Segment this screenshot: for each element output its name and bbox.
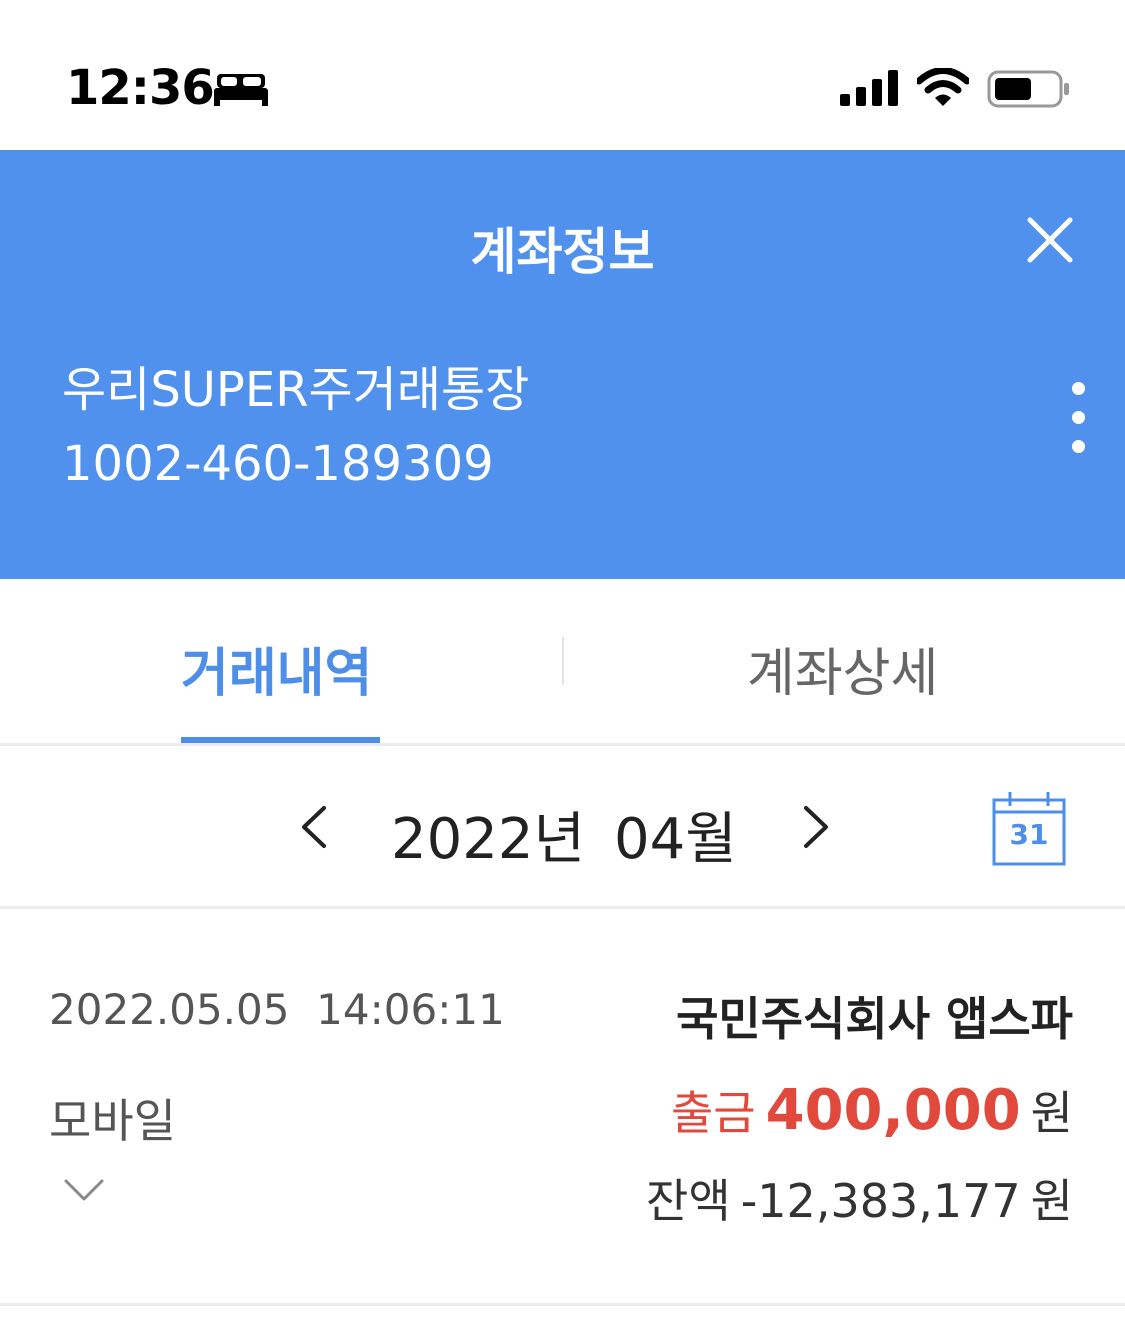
- balance-value: -12,383,177: [740, 1174, 1021, 1228]
- year-label: 2022년: [391, 807, 586, 872]
- tab-bar: 거래내역 계좌상세: [0, 579, 1125, 745]
- transaction-channel: 모바일: [49, 1094, 176, 1148]
- transaction-datetime: 2022.05.05 14:06:11: [49, 985, 505, 1034]
- calendar-day: 31: [1009, 818, 1049, 851]
- transaction-item[interactable]: 2022.05.05 14:06:11 국민주식회사 앱스파 모바일 출금 400…: [0, 909, 1125, 1303]
- more-options-icon[interactable]: [1062, 382, 1094, 458]
- calendar-icon[interactable]: 31: [992, 790, 1066, 866]
- tab-divider: [562, 637, 564, 685]
- close-icon[interactable]: [1020, 210, 1080, 270]
- wifi-icon: [917, 68, 969, 106]
- balance-currency: 원: [1030, 1174, 1073, 1228]
- transaction-amount: 400,000: [765, 1078, 1021, 1143]
- clock: 12:36: [66, 60, 215, 116]
- transaction-currency: 원: [1030, 1086, 1073, 1140]
- battery-icon: [987, 70, 1069, 108]
- chevron-right-icon[interactable]: [796, 802, 836, 852]
- transaction-counterparty: 국민주식회사 앱스파: [676, 992, 1073, 1046]
- balance-label: 잔액: [646, 1174, 731, 1228]
- chevron-left-icon[interactable]: [294, 802, 334, 852]
- account-header: 계좌정보 우리SUPER주거래통장 1002-460-189309: [0, 150, 1125, 579]
- account-number: 1002-460-189309: [62, 436, 494, 492]
- status-bar: 12:36: [0, 0, 1125, 150]
- account-name: 우리SUPER주거래통장: [62, 362, 530, 418]
- transaction-type: 출금: [670, 1086, 756, 1140]
- month-label: 04월: [614, 807, 737, 872]
- bed-icon: [214, 74, 268, 106]
- chevron-down-icon[interactable]: [62, 1175, 106, 1205]
- transaction-amount-line: 출금 400,000 원: [671, 1077, 1073, 1143]
- page-title: 계좌정보: [470, 223, 655, 281]
- tab-transaction-history[interactable]: 거래내역: [181, 631, 372, 706]
- transaction-balance-line: 잔액 -12,383,177 원: [646, 1165, 1073, 1231]
- month-navigator: 2022년 04월 31: [0, 746, 1125, 906]
- divider: [0, 1303, 1125, 1306]
- tab-account-detail[interactable]: 계좌상세: [747, 631, 938, 706]
- signal-icon: [840, 70, 898, 106]
